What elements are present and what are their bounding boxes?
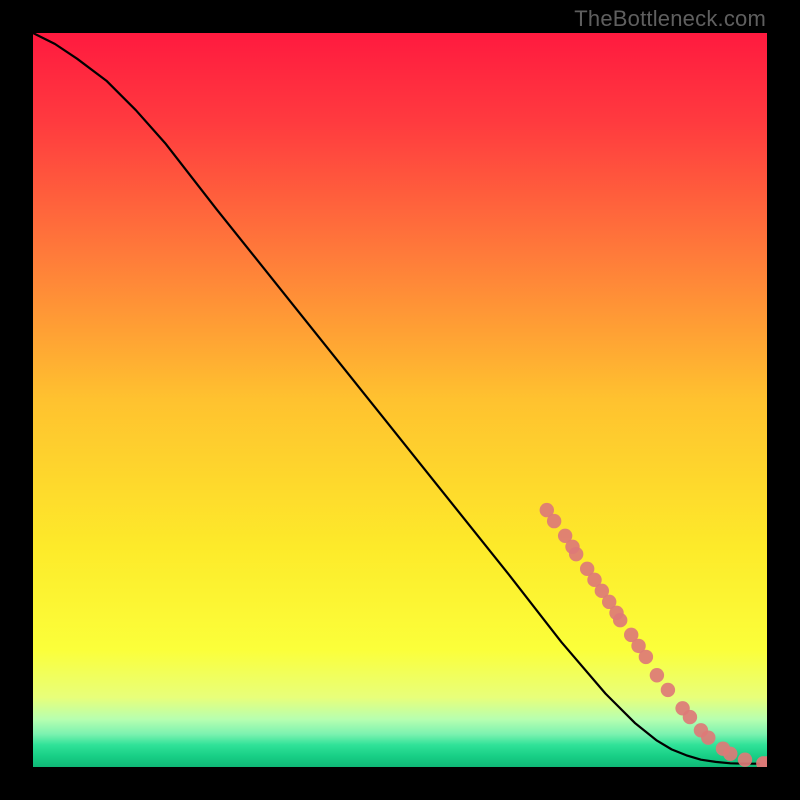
curve-markers xyxy=(540,503,767,767)
plot-area xyxy=(33,33,767,767)
chart-frame: TheBottleneck.com xyxy=(0,0,800,800)
watermark-text: TheBottleneck.com xyxy=(574,6,766,32)
chart-svg xyxy=(33,33,767,767)
curve-line xyxy=(33,33,767,764)
